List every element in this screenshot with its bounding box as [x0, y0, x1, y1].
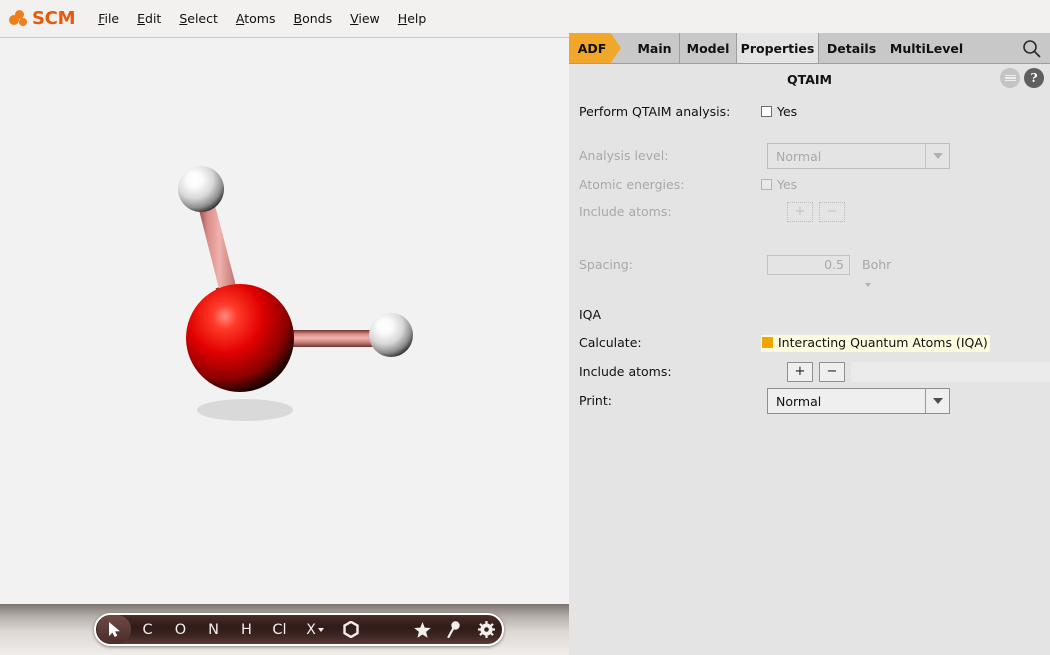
iqa-include-atoms-field[interactable]: [851, 362, 1050, 382]
row-analysis-level: Analysis level: Normal: [569, 143, 1050, 169]
perform-qtaim-checkbox-box: [761, 106, 772, 117]
include-atoms-qtaim-add-button[interactable]: +: [787, 202, 813, 222]
iqa-include-atoms-add-button[interactable]: +: [787, 362, 813, 382]
element-button-custom[interactable]: X: [296, 615, 334, 644]
molecule-viewer[interactable]: [0, 38, 569, 604]
scm-logo: SCM: [9, 8, 75, 29]
include-atoms-qtaim-field[interactable]: [851, 202, 1050, 222]
menu-select[interactable]: Select: [170, 8, 227, 29]
properties-panel: ADF Main Model Properties Details MultiL…: [569, 33, 1050, 655]
atom-hydrogen-1[interactable]: [178, 166, 224, 212]
row-iqa-print: Print: Normal: [569, 388, 1050, 414]
spacing-label: Spacing:: [579, 257, 633, 272]
perform-qtaim-checkbox-label: Yes: [777, 104, 798, 119]
row-iqa-calculate: Calculate: Interacting Quantum Atoms (IQ…: [569, 331, 1050, 355]
iqa-section-header: IQA: [579, 307, 602, 322]
search-icon[interactable]: [1022, 39, 1041, 58]
iqa-include-atoms-label: Include atoms:: [579, 364, 672, 379]
element-button-h[interactable]: H: [230, 615, 263, 644]
atomic-energies-checkbox-label: Yes: [777, 177, 798, 192]
element-button-n[interactable]: N: [197, 615, 230, 644]
atomic-energies-label: Atomic energies:: [579, 177, 685, 192]
element-button-c[interactable]: C: [131, 615, 164, 644]
scm-logo-mark: [9, 9, 31, 28]
iqa-calculate-checkbox-box: [762, 337, 773, 348]
bottom-tool-strip: C O N H Cl X: [0, 604, 569, 655]
panel-header: QTAIM ?: [569, 63, 1050, 99]
iqa-include-atoms-remove-button[interactable]: −: [819, 362, 845, 382]
atom-oxygen[interactable]: [186, 284, 294, 392]
application-window: SCM File Edit Select Atoms Bonds View He…: [0, 0, 1050, 655]
menu-bonds[interactable]: Bonds: [285, 8, 342, 29]
atomic-energies-checkbox-box: [761, 179, 772, 190]
analysis-level-label: Analysis level:: [579, 148, 669, 163]
iqa-print-select[interactable]: Normal: [767, 388, 950, 414]
menu-atoms[interactable]: Atoms: [227, 8, 285, 29]
chevron-down-icon[interactable]: [925, 389, 949, 413]
row-iqa-header: IQA: [569, 304, 1050, 327]
row-perform-qtaim: Perform QTAIM analysis: Yes: [569, 99, 1050, 125]
chevron-down-icon: [865, 283, 871, 287]
tab-multilevel[interactable]: MultiLevel: [884, 33, 969, 63]
chevron-down-icon[interactable]: [925, 144, 949, 168]
analysis-level-value: Normal: [776, 148, 822, 164]
element-button-custom-label: X: [306, 621, 316, 638]
menu-help[interactable]: Help: [389, 8, 436, 29]
row-atomic-energies: Atomic energies: Yes: [569, 174, 1050, 196]
iqa-print-label: Print:: [579, 393, 612, 408]
lollipop-icon[interactable]: [438, 615, 470, 644]
molecule-render: [178, 166, 413, 421]
element-button-cl[interactable]: Cl: [263, 615, 296, 644]
spacing-unit-dropdown[interactable]: Bohr: [862, 255, 891, 295]
atomic-energies-checkbox[interactable]: Yes: [761, 174, 797, 196]
cursor-arrow-icon[interactable]: [97, 615, 131, 644]
perform-qtaim-label: Perform QTAIM analysis:: [579, 104, 731, 119]
scm-logo-text: SCM: [32, 8, 76, 29]
iqa-calculate-checkbox-label: Interacting Quantum Atoms (IQA): [778, 335, 988, 350]
qtaim-form: Perform QTAIM analysis: Yes Analysis lev…: [569, 99, 1050, 418]
chevron-down-icon: [317, 627, 324, 632]
tab-main[interactable]: Main: [630, 33, 680, 63]
spacing-input[interactable]: 0.5: [767, 255, 850, 275]
benzene-ring-icon[interactable]: [334, 615, 368, 644]
star-icon[interactable]: [406, 615, 438, 644]
element-toolbar: C O N H Cl X: [94, 613, 504, 646]
tab-properties[interactable]: Properties: [737, 33, 819, 63]
row-spacing: Spacing: 0.5 Bohr: [569, 254, 1050, 287]
menu-view[interactable]: View: [341, 8, 389, 29]
menu-file[interactable]: File: [89, 8, 128, 29]
include-atoms-qtaim-remove-button[interactable]: −: [819, 202, 845, 222]
perform-qtaim-checkbox[interactable]: Yes: [761, 99, 797, 125]
spacing-unit-label: Bohr: [862, 257, 892, 272]
include-atoms-qtaim-label: Include atoms:: [579, 204, 672, 219]
row-iqa-include-atoms: Include atoms: + −: [569, 359, 1050, 384]
row-include-atoms-qtaim: Include atoms: + −: [569, 200, 1050, 224]
menu-edit[interactable]: Edit: [128, 8, 170, 29]
question-mark-icon[interactable]: ?: [1024, 68, 1044, 88]
iqa-calculate-label: Calculate:: [579, 335, 642, 350]
iqa-calculate-checkbox[interactable]: Interacting Quantum Atoms (IQA): [761, 331, 990, 355]
analysis-level-select[interactable]: Normal: [767, 143, 950, 169]
page-title: QTAIM: [787, 72, 832, 87]
iqa-print-value: Normal: [776, 393, 822, 409]
tab-bar: ADF Main Model Properties Details MultiL…: [569, 33, 1050, 64]
element-button-o[interactable]: O: [164, 615, 197, 644]
atom-hydrogen-2[interactable]: [369, 313, 413, 357]
tab-adf[interactable]: ADF: [569, 33, 621, 63]
tab-model[interactable]: Model: [680, 33, 737, 63]
tab-details[interactable]: Details: [819, 33, 884, 63]
gear-icon[interactable]: [470, 615, 502, 644]
hamburger-icon[interactable]: [1000, 68, 1020, 88]
oxygen-shadow: [197, 399, 293, 421]
